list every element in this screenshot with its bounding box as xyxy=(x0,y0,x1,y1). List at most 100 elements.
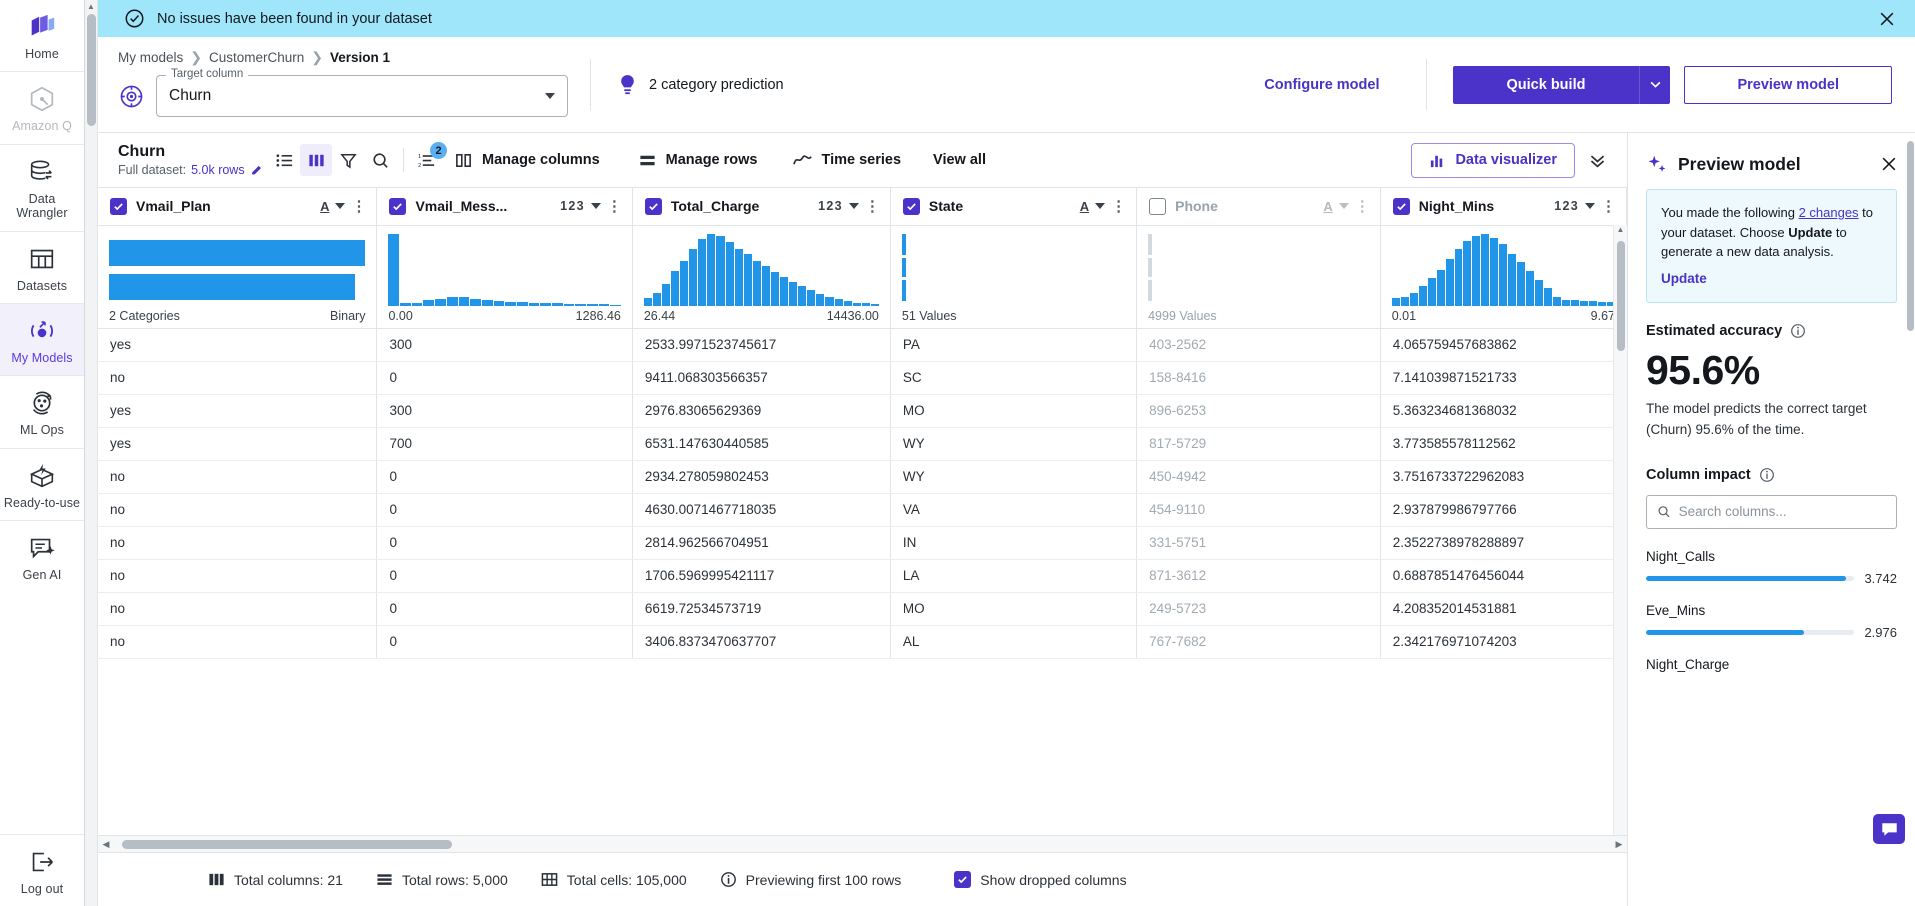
table-cell[interactable]: PA xyxy=(890,328,1138,362)
manage-rows-button[interactable]: Manage rows xyxy=(627,143,769,177)
table-cell[interactable]: yes xyxy=(98,328,378,362)
column-menu-icon[interactable]: ⋮ xyxy=(1601,199,1616,214)
column-header-total-charge[interactable]: Total_Charge 123 ⋮ xyxy=(632,188,891,226)
table-cell[interactable]: 896-6253 xyxy=(1136,394,1381,428)
table-cell[interactable]: 4630.0071467718035 xyxy=(632,493,891,527)
chevron-down-icon[interactable] xyxy=(848,203,859,210)
view-all-button[interactable]: View all xyxy=(922,152,997,168)
update-link[interactable]: Update xyxy=(1661,271,1707,286)
table-row[interactable]: no 0 3406.8373470637707 AL 767-7682 2.3421769… xyxy=(98,625,1627,659)
column-menu-icon[interactable]: ⋮ xyxy=(607,199,622,214)
table-cell[interactable]: 0.6887851476456044 xyxy=(1380,559,1627,593)
sidebar-item-home[interactable]: Home xyxy=(0,0,84,71)
table-cell[interactable]: no xyxy=(98,526,378,560)
grid-vertical-scrollbar[interactable]: ▲ xyxy=(1613,225,1627,835)
column-checkbox[interactable] xyxy=(1392,197,1410,215)
table-cell[interactable]: 700 xyxy=(376,427,633,461)
table-cell[interactable]: 158-8416 xyxy=(1136,361,1381,395)
table-cell[interactable]: MO xyxy=(890,394,1138,428)
table-cell[interactable]: 454-9110 xyxy=(1136,493,1381,527)
sort-icon[interactable]: 1 2 2 xyxy=(411,142,447,176)
column-checkbox[interactable] xyxy=(389,197,407,215)
notice-changes-link[interactable]: 2 changes xyxy=(1799,205,1859,220)
grid-horizontal-scrollbar[interactable]: ◀ ▶ xyxy=(98,835,1627,852)
column-view-icon[interactable] xyxy=(300,144,332,176)
table-cell[interactable]: 6531.147630440585 xyxy=(632,427,891,461)
table-cell[interactable]: 2.937879986797766 xyxy=(1380,493,1627,527)
breadcrumb-my-models[interactable]: My models xyxy=(118,50,183,65)
table-cell[interactable]: 0 xyxy=(376,625,633,659)
table-cell[interactable]: SC xyxy=(890,361,1138,395)
sidebar-item-amazon-q[interactable]: Amazon Q xyxy=(0,71,84,143)
search-icon[interactable] xyxy=(364,144,396,176)
chevron-down-icon[interactable] xyxy=(335,203,346,210)
table-cell[interactable]: yes xyxy=(98,394,378,428)
table-cell[interactable]: 767-7682 xyxy=(1136,625,1381,659)
sidebar-item-my-models[interactable]: My Models xyxy=(0,302,84,376)
table-cell[interactable]: no xyxy=(98,592,378,626)
scroll-up-arrow[interactable]: ▲ xyxy=(85,0,97,11)
search-columns-input[interactable] xyxy=(1678,504,1886,520)
table-cell[interactable]: 871-3612 xyxy=(1136,559,1381,593)
scroll-up-arrow[interactable]: ▲ xyxy=(1614,225,1627,239)
column-menu-icon[interactable]: ⋮ xyxy=(1355,199,1370,214)
column-header-night-mins[interactable]: Night_Mins 123 ⋮ xyxy=(1380,188,1627,226)
table-cell[interactable]: 249-5723 xyxy=(1136,592,1381,626)
table-row[interactable]: no 0 2934.278059802453 WY 450-4942 3.75167337… xyxy=(98,460,1627,494)
table-cell[interactable]: AL xyxy=(890,625,1138,659)
table-cell[interactable]: 1706.5969995421117 xyxy=(632,559,891,593)
table-row[interactable]: yes 300 2976.83065629369 MO 896-6253 5.363234… xyxy=(98,394,1627,428)
scrollbar-thumb[interactable] xyxy=(122,839,452,849)
sidebar-item-logout[interactable]: Log out xyxy=(0,833,84,906)
table-cell[interactable]: 300 xyxy=(376,394,633,428)
table-cell[interactable]: 0 xyxy=(376,361,633,395)
table-cell[interactable]: no xyxy=(98,625,378,659)
column-checkbox[interactable] xyxy=(644,197,662,215)
show-dropped-columns-toggle[interactable]: Show dropped columns xyxy=(954,871,1127,888)
table-row[interactable]: no 0 2814.962566704951 IN 331-5751 2.35227389… xyxy=(98,526,1627,560)
target-column-select[interactable]: Target column Churn xyxy=(156,68,568,117)
double-chevron-down-icon[interactable] xyxy=(1581,144,1613,176)
quick-build-button[interactable]: Quick build xyxy=(1452,65,1640,104)
scrollbar-thumb[interactable] xyxy=(87,14,96,126)
table-cell[interactable]: 3.7516733722962083 xyxy=(1380,460,1627,494)
list-view-icon[interactable] xyxy=(268,144,300,176)
table-cell[interactable]: 300 xyxy=(376,328,633,362)
table-cell[interactable]: 403-2562 xyxy=(1136,328,1381,362)
column-menu-icon[interactable]: ⋮ xyxy=(351,199,366,214)
table-cell[interactable]: WY xyxy=(890,427,1138,461)
sidebar-item-ready-to-use[interactable]: Ready-to-use xyxy=(0,447,84,520)
column-checkbox[interactable] xyxy=(1149,197,1167,215)
table-cell[interactable]: IN xyxy=(890,526,1138,560)
table-cell[interactable]: 0 xyxy=(376,493,633,527)
chevron-down-icon[interactable] xyxy=(590,203,601,210)
table-cell[interactable]: no xyxy=(98,559,378,593)
column-header-vmail-plan[interactable]: Vmail_Plan A ⋮ xyxy=(98,188,378,226)
show-dropped-checkbox[interactable] xyxy=(954,871,972,888)
table-cell[interactable]: LA xyxy=(890,559,1138,593)
table-cell[interactable]: 4.065759457683862 xyxy=(1380,328,1627,362)
filter-icon[interactable] xyxy=(332,144,364,176)
table-cell[interactable]: 4.208352014531881 xyxy=(1380,592,1627,626)
column-header-phone[interactable]: Phone A ⋮ xyxy=(1136,188,1381,226)
close-icon[interactable] xyxy=(1877,9,1897,29)
table-cell[interactable]: 2.342176971074203 xyxy=(1380,625,1627,659)
chevron-down-icon[interactable] xyxy=(1338,203,1349,210)
info-icon[interactable] xyxy=(1790,323,1806,339)
table-row[interactable]: no 0 6619.72534573719 MO 249-5723 4.208352014… xyxy=(98,592,1627,626)
table-row[interactable]: yes 300 2533.9971523745617 PA 403-2562 4.0657… xyxy=(98,328,1627,362)
time-series-button[interactable]: Time series xyxy=(781,143,913,177)
table-cell[interactable]: 2.3522738978288897 xyxy=(1380,526,1627,560)
scroll-left-arrow[interactable]: ◀ xyxy=(98,839,114,850)
info-icon[interactable] xyxy=(1759,467,1775,483)
table-cell[interactable]: 5.363234681368032 xyxy=(1380,394,1627,428)
quick-build-dropdown-button[interactable] xyxy=(1639,65,1671,104)
chevron-down-icon[interactable] xyxy=(1095,203,1106,210)
sidebar-item-gen-ai[interactable]: Gen AI xyxy=(0,520,84,592)
sidebar-item-datasets[interactable]: Datasets xyxy=(0,230,84,303)
table-row[interactable]: no 0 9411.068303566357 SC 158-8416 7.14103987… xyxy=(98,361,1627,395)
column-menu-icon[interactable]: ⋮ xyxy=(1111,199,1126,214)
panel-scrollbar-thumb[interactable] xyxy=(1907,141,1914,331)
table-cell[interactable]: 817-5729 xyxy=(1136,427,1381,461)
column-menu-icon[interactable]: ⋮ xyxy=(865,199,880,214)
